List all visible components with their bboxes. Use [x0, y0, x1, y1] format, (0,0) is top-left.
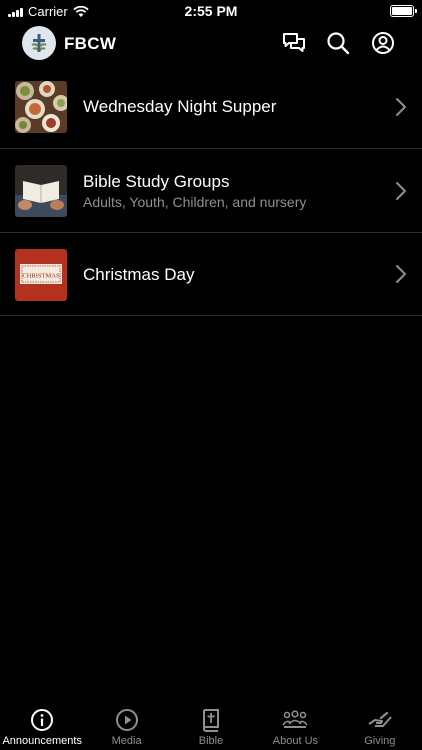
chevron-right-icon [396, 265, 406, 283]
profile-icon [372, 32, 394, 54]
tab-bible[interactable]: Bible [169, 702, 253, 750]
giving-hand-icon [368, 711, 392, 727]
tab-label: Announcements [2, 735, 82, 747]
app-title: FBCW [64, 34, 117, 53]
chevron-right-icon [396, 182, 406, 200]
status-bar: Carrier 2:55 PM [0, 0, 422, 22]
search-button[interactable] [325, 30, 351, 56]
tab-label: Giving [364, 735, 396, 747]
tab-bar: Announcements Media Bible About Us Givin… [0, 702, 422, 750]
chat-bubbles-icon [283, 33, 305, 52]
christmas-card-text: CHRISTMAS [22, 273, 60, 280]
battery-icon [390, 5, 417, 17]
announcement-row[interactable]: Bible Study Groups Adults, Youth, Childr… [0, 149, 422, 233]
tab-announcements[interactable]: Announcements [0, 702, 84, 750]
search-icon [327, 32, 350, 55]
people-icon [282, 710, 309, 728]
chat-button[interactable] [281, 30, 307, 56]
tab-label: Bible [198, 735, 224, 747]
christmas-thumbnail: CHRISTMAS [15, 249, 67, 301]
tab-media[interactable]: Media [84, 702, 168, 750]
bible-study-thumbnail [15, 165, 67, 217]
info-icon [31, 709, 54, 731]
announcement-title: Wednesday Night Supper [83, 97, 277, 116]
tab-giving[interactable]: Giving [338, 702, 422, 750]
announcement-title: Bible Study Groups [83, 172, 230, 191]
app-header: FBCW [0, 22, 422, 66]
tab-label: Media [111, 735, 142, 747]
announcements-list: Wednesday Night Supper Bible Study Group… [0, 66, 422, 316]
announcement-title: Christmas Day [83, 265, 195, 284]
announcement-row[interactable]: CHRISTMAS Christmas Day [0, 233, 422, 316]
church-logo [22, 26, 56, 60]
tab-about-us[interactable]: About Us [253, 702, 337, 750]
status-time: 2:55 PM [184, 3, 238, 19]
announcement-subtitle: Adults, Youth, Children, and nursery [83, 194, 307, 210]
bible-icon [203, 709, 220, 732]
chevron-right-icon [396, 98, 406, 116]
supper-thumbnail [15, 81, 67, 133]
play-icon [115, 709, 138, 731]
profile-button[interactable] [370, 30, 396, 56]
tab-label: About Us [272, 735, 319, 747]
announcement-row[interactable]: Wednesday Night Supper [0, 66, 422, 149]
